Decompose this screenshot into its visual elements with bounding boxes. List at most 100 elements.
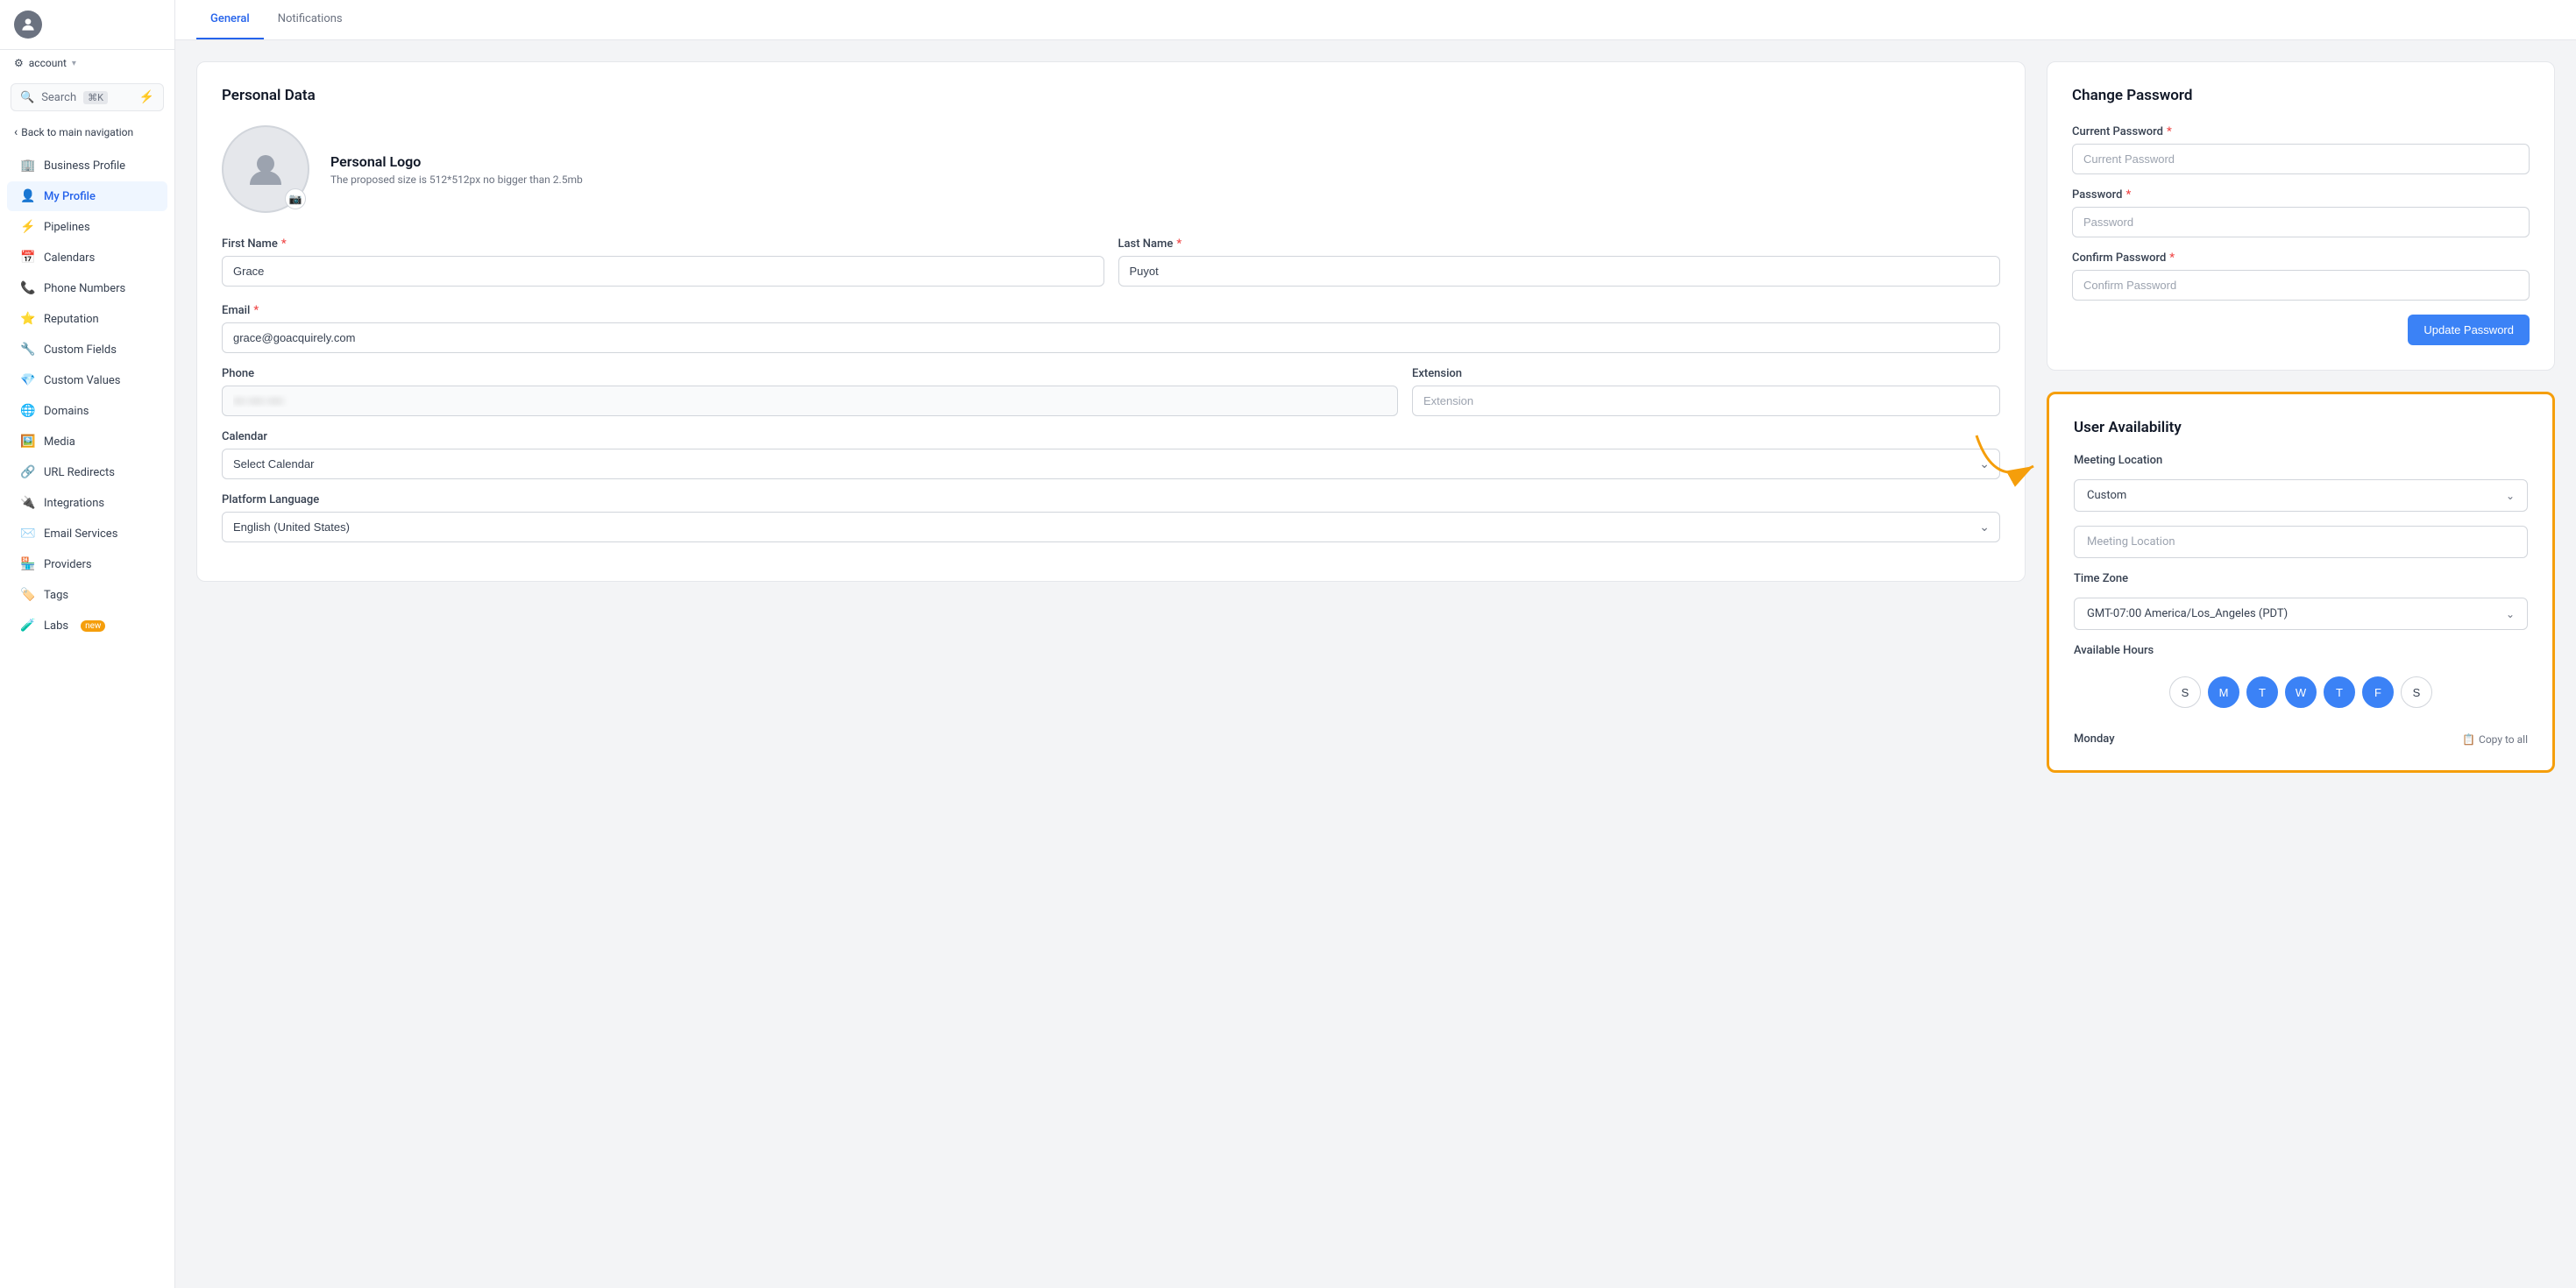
tag-icon: 🏷️ xyxy=(21,588,35,602)
nav-label-integrations: Integrations xyxy=(44,497,104,510)
nav-label-pipelines: Pipelines xyxy=(44,221,90,234)
copy-all-label: Copy to all xyxy=(2479,733,2528,746)
time-zone-dropdown[interactable]: GMT-07:00 America/Los_Angeles (PDT) ⌄ xyxy=(2074,598,2528,630)
confirm-password-input[interactable] xyxy=(2072,270,2530,301)
globe-icon: 🌐 xyxy=(21,404,35,418)
nav-label-business-profile: Business Profile xyxy=(44,159,125,173)
first-name-input[interactable] xyxy=(222,256,1104,287)
sidebar-nav: 🏢 Business Profile 👤 My Profile ⚡ Pipeli… xyxy=(0,146,174,1288)
day-button-sat[interactable]: S xyxy=(2401,676,2432,708)
tabs-bar: General Notifications xyxy=(175,0,2576,40)
logo-title: Personal Logo xyxy=(330,153,583,170)
annotation-arrow xyxy=(1968,427,2047,497)
back-to-main-nav[interactable]: Back to main navigation xyxy=(0,118,174,146)
sidebar-item-reputation[interactable]: ⭐ Reputation xyxy=(7,304,167,334)
nav-label-custom-fields: Custom Fields xyxy=(44,343,117,357)
email-label: Email * xyxy=(222,304,2000,317)
nav-label-phone-numbers: Phone Numbers xyxy=(44,282,125,295)
nav-label-my-profile: My Profile xyxy=(44,190,96,203)
day-button-tue[interactable]: T xyxy=(2246,676,2278,708)
nav-label-labs: Labs xyxy=(44,619,68,633)
sidebar-item-custom-values[interactable]: 💎 Custom Values xyxy=(7,365,167,395)
sidebar-item-labs[interactable]: 🧪 Labs new xyxy=(7,611,167,640)
required-indicator: * xyxy=(2167,125,2172,138)
chevron-down-icon: ▾ xyxy=(72,59,76,68)
sidebar-item-pipelines[interactable]: ⚡ Pipelines xyxy=(7,212,167,242)
camera-icon[interactable]: 📷 xyxy=(285,188,306,209)
day-button-fri[interactable]: F xyxy=(2362,676,2394,708)
account-selector[interactable]: ⚙ account ▾ xyxy=(0,50,174,76)
last-name-label: Last Name * xyxy=(1118,237,2001,251)
search-shortcut: ⌘K xyxy=(83,91,108,104)
password-group: Password * xyxy=(2072,188,2530,237)
change-password-card: Change Password Current Password * Passw… xyxy=(2047,61,2555,371)
left-panel: Personal Data 📷 Personal Logo xyxy=(196,61,2026,1267)
tab-notifications[interactable]: Notifications xyxy=(264,0,357,39)
nav-label-url-redirects: URL Redirects xyxy=(44,466,115,479)
nav-label-custom-values: Custom Values xyxy=(44,374,121,387)
day-button-sun[interactable]: S xyxy=(2169,676,2201,708)
sidebar-item-business-profile[interactable]: 🏢 Business Profile xyxy=(7,151,167,180)
required-indicator: * xyxy=(1176,237,1182,251)
sidebar-item-domains[interactable]: 🌐 Domains xyxy=(7,396,167,426)
tab-general[interactable]: General xyxy=(196,0,264,39)
password-input[interactable] xyxy=(2072,207,2530,237)
day-button-wed[interactable]: W xyxy=(2285,676,2317,708)
language-label: Platform Language xyxy=(222,493,2000,506)
sidebar-item-phone-numbers[interactable]: 📞 Phone Numbers xyxy=(7,273,167,303)
meeting-location-input[interactable]: Meeting Location xyxy=(2074,526,2528,558)
meeting-location-dropdown[interactable]: Custom ⌄ xyxy=(2074,479,2528,512)
copy-to-all-button[interactable]: 📋 Copy to all xyxy=(2462,733,2528,746)
sidebar-item-integrations[interactable]: 🔌 Integrations xyxy=(7,488,167,518)
availability-title: User Availability xyxy=(2074,419,2528,436)
calendar-select-wrapper: Select Calendar xyxy=(222,449,2000,479)
calendar-icon: 📅 xyxy=(21,251,35,265)
calendar-select[interactable]: Select Calendar xyxy=(222,449,2000,479)
sidebar-item-tags[interactable]: 🏷️ Tags xyxy=(7,580,167,610)
extension-label: Extension xyxy=(1412,367,2000,380)
email-icon: ✉️ xyxy=(21,527,35,541)
sidebar-item-custom-fields[interactable]: 🔧 Custom Fields xyxy=(7,335,167,364)
person-icon: 👤 xyxy=(21,189,35,203)
current-password-input[interactable] xyxy=(2072,144,2530,174)
account-icon: ⚙ xyxy=(14,57,24,69)
monday-row: Monday 📋 Copy to all xyxy=(2074,722,2528,746)
search-bar[interactable]: 🔍 Search ⌘K ⚡ xyxy=(11,83,164,111)
time-zone-label: Time Zone xyxy=(2074,572,2528,585)
language-select[interactable]: English (United States) xyxy=(222,512,2000,542)
available-hours-label: Available Hours xyxy=(2074,644,2528,657)
calendar-label: Calendar xyxy=(222,430,2000,443)
extension-group: Extension xyxy=(1412,367,2000,416)
sidebar-item-my-profile[interactable]: 👤 My Profile xyxy=(7,181,167,211)
phone-input[interactable] xyxy=(222,386,1398,416)
nav-label-calendars: Calendars xyxy=(44,251,95,265)
day-button-thu[interactable]: T xyxy=(2324,676,2355,708)
required-indicator: * xyxy=(253,304,259,317)
sidebar-header xyxy=(0,0,174,50)
language-group: Platform Language English (United States… xyxy=(222,493,2000,542)
nav-label-media: Media xyxy=(44,435,75,449)
current-password-group: Current Password * xyxy=(2072,125,2530,174)
chevron-down-icon: ⌄ xyxy=(2506,490,2515,502)
chevron-down-icon: ⌄ xyxy=(2506,608,2515,620)
sidebar-item-providers[interactable]: 🏪 Providers xyxy=(7,549,167,579)
avatar-section: 📷 Personal Logo The proposed size is 512… xyxy=(222,125,2000,213)
email-input[interactable] xyxy=(222,322,2000,353)
extension-input[interactable] xyxy=(1412,386,2000,416)
email-group: Email * xyxy=(222,304,2000,353)
day-button-mon[interactable]: M xyxy=(2208,676,2239,708)
update-password-button[interactable]: Update Password xyxy=(2408,315,2530,345)
last-name-input[interactable] xyxy=(1118,256,2001,287)
sidebar-item-url-redirects[interactable]: 🔗 URL Redirects xyxy=(7,457,167,487)
sidebar-item-calendars[interactable]: 📅 Calendars xyxy=(7,243,167,272)
pipeline-icon: ⚡ xyxy=(21,220,35,234)
password-label: Password * xyxy=(2072,188,2530,202)
available-hours-group: Available Hours S M T W T F S xyxy=(2074,644,2528,708)
personal-data-title: Personal Data xyxy=(222,87,2000,104)
change-password-title: Change Password xyxy=(2072,87,2530,104)
account-name: account xyxy=(29,57,67,69)
plug-icon: 🔌 xyxy=(21,496,35,510)
sidebar-item-email-services[interactable]: ✉️ Email Services xyxy=(7,519,167,548)
confirm-password-group: Confirm Password * xyxy=(2072,251,2530,301)
sidebar-item-media[interactable]: 🖼️ Media xyxy=(7,427,167,456)
